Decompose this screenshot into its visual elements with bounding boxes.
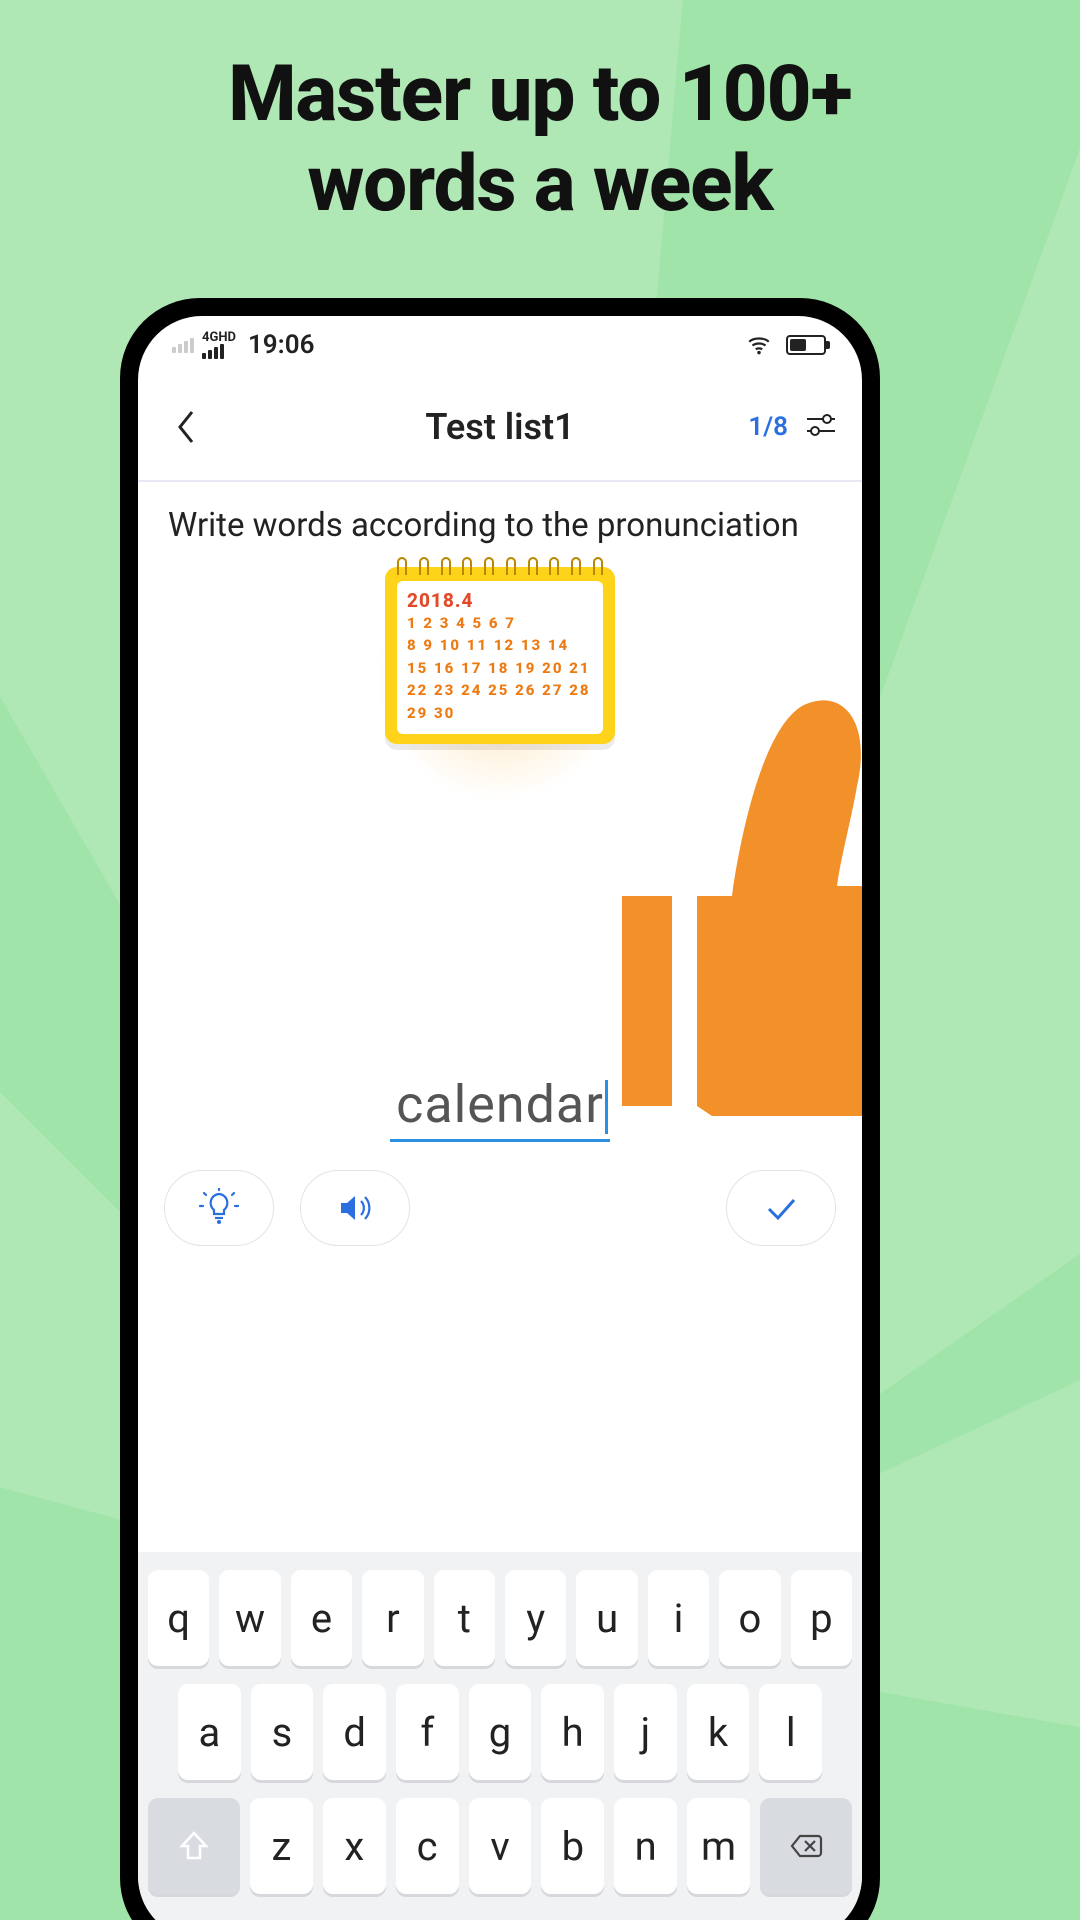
key-y[interactable]: y (505, 1570, 566, 1666)
key-v[interactable]: v (469, 1798, 532, 1894)
headline-line: Master up to 100+ (0, 50, 1080, 140)
calendar-month: 2018.4 (407, 589, 593, 612)
word-illustration: 2018.4 1 2 3 4 5 6 7 8 9 10 11 12 13 14 … (138, 567, 862, 745)
phone-frame: 4GHD 19:06 Test list1 (120, 298, 880, 1920)
progress-counter: 1/8 (748, 412, 788, 442)
key-u[interactable]: u (576, 1570, 637, 1666)
key-s[interactable]: s (251, 1684, 314, 1780)
calendar-icon: 2018.4 1 2 3 4 5 6 7 8 9 10 11 12 13 14 … (385, 567, 615, 745)
wifi-icon (746, 332, 772, 358)
settings-button[interactable] (804, 408, 838, 446)
marketing-headline: Master up to 100+ words a week (0, 50, 1080, 229)
exercise-prompt: Write words according to the pronunciati… (138, 482, 862, 549)
headline-line: words a week (0, 140, 1080, 230)
calendar-row: 8 9 10 11 12 13 14 (407, 634, 593, 657)
key-b[interactable]: b (541, 1798, 604, 1894)
signal-weak-icon (172, 338, 194, 353)
lightbulb-icon (199, 1188, 239, 1228)
app-header: Test list1 1/8 (138, 374, 862, 482)
speaker-icon (335, 1188, 375, 1228)
answer-input[interactable]: calendar (390, 1074, 610, 1142)
key-z[interactable]: z (250, 1798, 313, 1894)
calendar-row: 1 2 3 4 5 6 7 (407, 612, 593, 635)
calendar-row: 29 30 (407, 702, 593, 725)
battery-icon (786, 335, 826, 355)
hint-button[interactable] (164, 1170, 274, 1246)
submit-button[interactable] (726, 1170, 836, 1246)
phone-screen: 4GHD 19:06 Test list1 (138, 316, 862, 1920)
calendar-row: 22 23 24 25 26 27 28 (407, 679, 593, 702)
text-caret (605, 1080, 608, 1134)
key-l[interactable]: l (759, 1684, 822, 1780)
key-i[interactable]: i (648, 1570, 709, 1666)
calendar-row: 15 16 17 18 19 20 21 (407, 657, 593, 680)
shift-icon (176, 1828, 212, 1864)
key-x[interactable]: x (323, 1798, 386, 1894)
key-f[interactable]: f (396, 1684, 459, 1780)
status-bar: 4GHD 19:06 (138, 316, 862, 374)
key-a[interactable]: a (178, 1684, 241, 1780)
key-p[interactable]: p (791, 1570, 852, 1666)
key-shift[interactable] (148, 1798, 240, 1894)
status-time: 19:06 (248, 330, 315, 360)
keyboard-row: a s d f g h j k l (148, 1684, 852, 1780)
key-q[interactable]: q (148, 1570, 209, 1666)
network-label: 4GHD (202, 331, 236, 344)
backspace-icon (788, 1828, 824, 1864)
keyboard: q w e r t y u i o p a s d f g h j k l (138, 1552, 862, 1920)
key-g[interactable]: g (469, 1684, 532, 1780)
key-r[interactable]: r (362, 1570, 423, 1666)
play-sound-button[interactable] (300, 1170, 410, 1246)
key-k[interactable]: k (687, 1684, 750, 1780)
answer-text: calendar (396, 1074, 604, 1135)
key-m[interactable]: m (687, 1798, 750, 1894)
key-t[interactable]: t (434, 1570, 495, 1666)
key-w[interactable]: w (219, 1570, 280, 1666)
key-c[interactable]: c (396, 1798, 459, 1894)
key-d[interactable]: d (323, 1684, 386, 1780)
key-e[interactable]: e (291, 1570, 352, 1666)
keyboard-row: q w e r t y u i o p (148, 1570, 852, 1666)
sliders-icon (804, 408, 838, 442)
signal-icon (202, 344, 236, 359)
key-o[interactable]: o (719, 1570, 780, 1666)
key-n[interactable]: n (614, 1798, 677, 1894)
check-icon (761, 1188, 801, 1228)
key-h[interactable]: h (541, 1684, 604, 1780)
key-backspace[interactable] (760, 1798, 852, 1894)
keyboard-row: z x c v b n m (148, 1798, 852, 1894)
key-j[interactable]: j (614, 1684, 677, 1780)
